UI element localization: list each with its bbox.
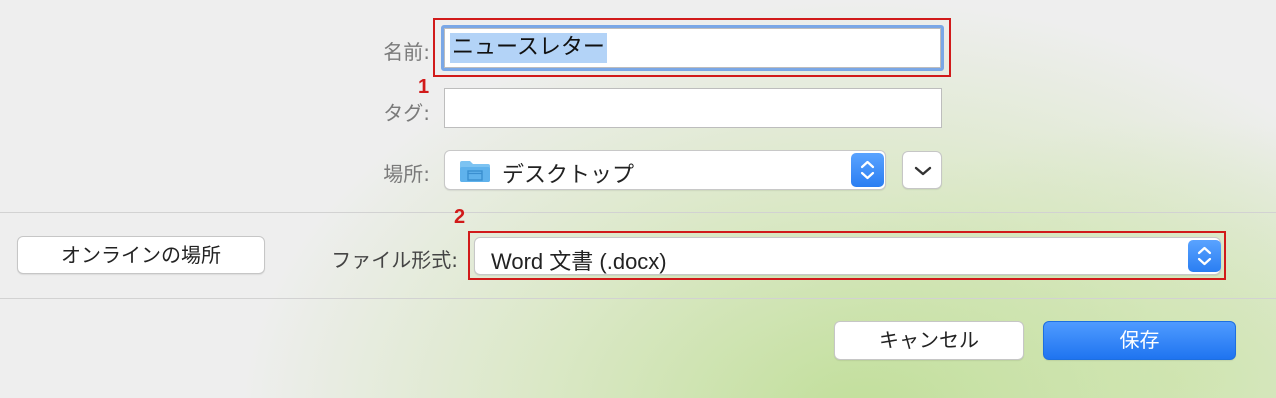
cancel-button[interactable]: キャンセル — [834, 321, 1024, 360]
chevron-updown-icon[interactable] — [851, 153, 884, 187]
annotation-box-1 — [433, 18, 951, 77]
annotation-marker-1: 1 — [418, 76, 430, 98]
online-locations-button[interactable]: オンラインの場所 — [17, 236, 265, 274]
annotation-marker-2: 2 — [454, 206, 466, 228]
divider-bottom — [0, 298, 1276, 299]
chevron-down-icon — [903, 152, 943, 195]
format-label: ファイル形式: — [331, 248, 458, 272]
expand-button[interactable] — [902, 151, 942, 189]
location-label: 場所: — [383, 162, 430, 186]
tags-label: タグ: — [383, 101, 430, 125]
annotation-box-2 — [468, 231, 1226, 280]
location-value: デスクトップ — [502, 163, 635, 188]
divider-top — [0, 212, 1276, 213]
save-button[interactable]: 保存 — [1043, 321, 1236, 360]
tags-field[interactable] — [444, 88, 942, 128]
folder-icon — [459, 159, 491, 187]
location-popup[interactable]: デスクトップ — [444, 150, 886, 190]
name-label: 名前: — [383, 40, 430, 64]
